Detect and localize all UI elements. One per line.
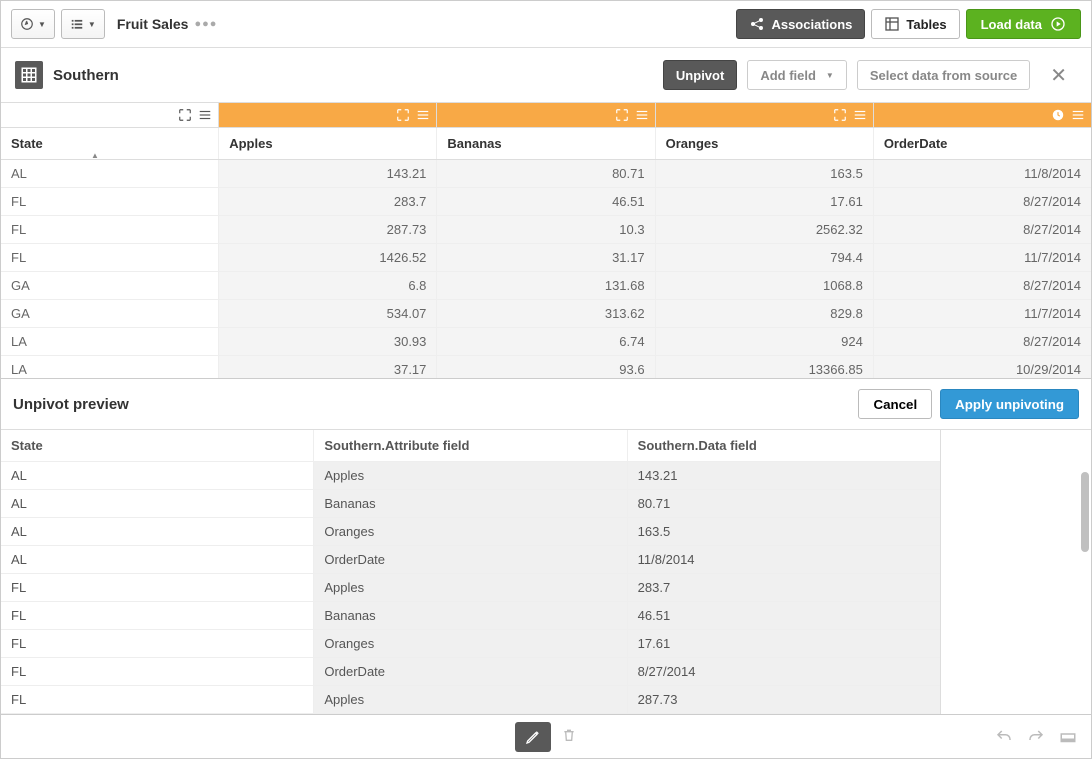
tables-icon (884, 16, 900, 32)
menu-icon (853, 108, 867, 122)
column-actions-apples[interactable] (219, 103, 437, 127)
unpivot-preview-header: Unpivot preview Cancel Apply unpivoting (1, 378, 1091, 430)
column-actions-bananas[interactable] (437, 103, 655, 127)
delete-button (561, 727, 577, 746)
breadcrumb-table-name: Fruit Sales ●●● (117, 16, 218, 32)
redo-icon[interactable] (1027, 728, 1045, 746)
edit-button[interactable] (515, 722, 551, 752)
add-field-label: Add field (760, 68, 816, 83)
data-row: GA534.07313.62829.811/7/2014 (1, 300, 1091, 328)
table-name-text: Fruit Sales (117, 16, 189, 32)
tables-label: Tables (906, 17, 946, 32)
menu-icon (1071, 108, 1085, 122)
associations-label: Associations (771, 17, 852, 32)
preview-side-area (941, 430, 1091, 714)
associations-button[interactable]: Associations (736, 9, 865, 39)
preview-header-state[interactable]: State (1, 430, 314, 461)
sort-asc-icon: ▲ (91, 151, 99, 160)
compass-icon (20, 17, 34, 31)
data-row: GA6.8131.681068.88/27/2014 (1, 272, 1091, 300)
unpivot-button[interactable]: Unpivot (663, 60, 737, 90)
preview-table: State Southern.Attribute field Southern.… (1, 430, 940, 714)
ellipsis-icon[interactable]: ●●● (194, 18, 217, 30)
column-action-bar (1, 103, 1091, 128)
add-field-dropdown[interactable]: Add field ▼ (747, 60, 847, 90)
menu-icon (635, 108, 649, 122)
expand-icon (615, 108, 629, 122)
preview-row: FLApples283.7 (1, 574, 940, 602)
data-row: FL283.746.5117.618/27/2014 (1, 188, 1091, 216)
preview-row: ALOranges163.5 (1, 518, 940, 546)
scrollbar-thumb[interactable] (1081, 472, 1089, 552)
caret-down-icon: ▼ (38, 20, 46, 29)
preview-header-attr[interactable]: Southern.Attribute field (314, 430, 627, 461)
preview-row: FLOranges17.61 (1, 630, 940, 658)
table-subheader: Southern Unpivot Add field ▼ Select data… (1, 48, 1091, 103)
close-button[interactable]: ✕ (1040, 63, 1077, 88)
menu-icon (416, 108, 430, 122)
data-row: FL1426.5231.17794.411/7/2014 (1, 244, 1091, 272)
list-dropdown[interactable]: ▼ (61, 9, 105, 39)
cancel-button[interactable]: Cancel (858, 389, 932, 419)
caret-down-icon: ▼ (88, 20, 96, 29)
caret-down-icon: ▼ (826, 71, 834, 80)
table-title: Southern (53, 67, 119, 84)
data-grid: AL143.2180.71163.511/8/2014 FL283.746.51… (1, 160, 1091, 378)
select-data-button[interactable]: Select data from source (857, 60, 1030, 90)
preview-row: ALApples143.21 (1, 462, 940, 490)
table-icon (15, 61, 43, 89)
top-toolbar: ▼ ▼ Fruit Sales ●●● Associations Tables … (1, 1, 1091, 48)
pencil-icon (525, 729, 541, 745)
data-header-row: State▲ Apples Bananas Oranges OrderDate (1, 128, 1091, 160)
preview-header-data[interactable]: Southern.Data field (628, 430, 940, 461)
data-row: LA37.1793.613366.8510/29/2014 (1, 356, 1091, 378)
expand-icon (178, 108, 192, 122)
clock-icon (1051, 108, 1065, 122)
header-oranges[interactable]: Oranges (656, 128, 874, 159)
header-state[interactable]: State▲ (1, 128, 219, 159)
menu-icon (198, 108, 212, 122)
associations-icon (749, 16, 765, 32)
trash-icon (561, 727, 577, 743)
preview-title: Unpivot preview (13, 396, 129, 413)
expand-icon (396, 108, 410, 122)
preview-header-row: State Southern.Attribute field Southern.… (1, 430, 940, 462)
unpivot-label: Unpivot (676, 68, 724, 83)
bottom-toolbar (1, 714, 1091, 758)
preview-row: ALBananas80.71 (1, 490, 940, 518)
preview-row: FLApples287.73 (1, 686, 940, 714)
column-actions-oranges[interactable] (656, 103, 874, 127)
undo-icon[interactable] (995, 728, 1013, 746)
expand-icon (833, 108, 847, 122)
apply-unpivoting-button[interactable]: Apply unpivoting (940, 389, 1079, 419)
tables-button[interactable]: Tables (871, 9, 959, 39)
data-row: FL287.7310.32562.328/27/2014 (1, 216, 1091, 244)
preview-row: FLBananas46.51 (1, 602, 940, 630)
preview-area: State Southern.Attribute field Southern.… (1, 430, 1091, 714)
column-actions-state[interactable] (1, 103, 219, 127)
load-data-button[interactable]: Load data (966, 9, 1081, 39)
select-data-label: Select data from source (870, 68, 1017, 83)
compass-dropdown[interactable]: ▼ (11, 9, 55, 39)
play-circle-icon (1050, 16, 1066, 32)
column-actions-orderdate[interactable] (874, 103, 1091, 127)
list-icon (70, 17, 84, 31)
panel-icon[interactable] (1059, 728, 1077, 746)
preview-row: ALOrderDate11/8/2014 (1, 546, 940, 574)
header-orderdate[interactable]: OrderDate (874, 128, 1091, 159)
header-bananas[interactable]: Bananas (437, 128, 655, 159)
header-apples[interactable]: Apples (219, 128, 437, 159)
data-row: LA30.936.749248/27/2014 (1, 328, 1091, 356)
load-data-label: Load data (981, 17, 1042, 32)
preview-row: FLOrderDate8/27/2014 (1, 658, 940, 686)
data-row: AL143.2180.71163.511/8/2014 (1, 160, 1091, 188)
